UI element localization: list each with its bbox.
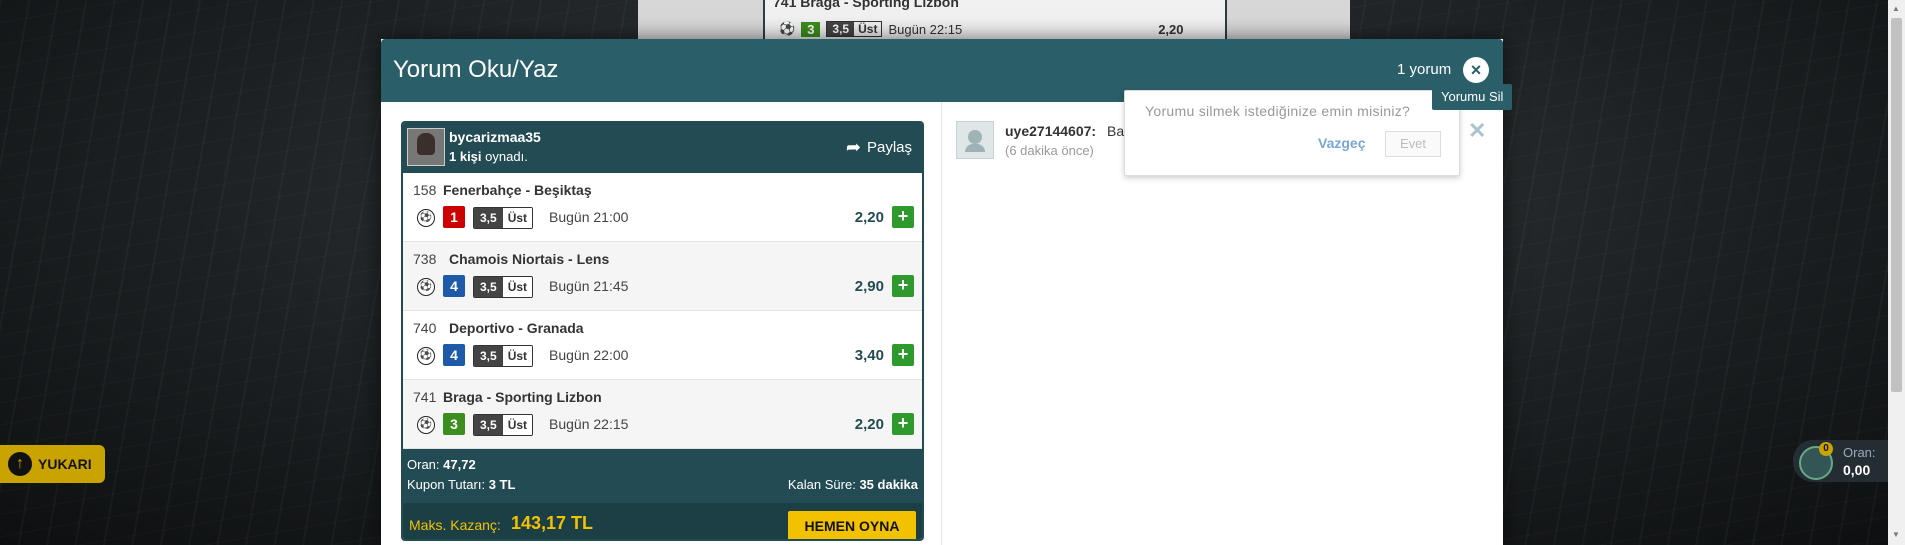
soccer-ball-icon: ⚽ <box>417 278 435 296</box>
add-bet-button[interactable]: + <box>892 275 914 297</box>
delete-tooltip: Yorumu Sil <box>1432 84 1513 110</box>
play-now-button[interactable]: HEMEN OYNA <box>788 511 916 539</box>
comment-time: (6 dakika önce) <box>1005 143 1094 158</box>
share-button[interactable]: ➦ Paylaş <box>846 137 912 158</box>
coupon-card-header: bycarizmaa35 1 kişi oynadı. ➦ Paylaş <box>403 123 922 173</box>
match-odd: 2,20 <box>854 416 884 433</box>
background-time: Bugün 22:15 <box>888 21 963 37</box>
market-badge: 3,5 Üst <box>473 345 534 367</box>
match-odd: 2,90 <box>854 278 884 295</box>
match-time: Bugün 22:00 <box>549 347 629 363</box>
coupon-rows: 158 Fenerbahçe - Beşiktaş ⚽ 1 3,5 Üst Bug… <box>403 173 922 449</box>
scroll-up-arrow-icon[interactable]: ▲ <box>1892 4 1900 13</box>
avatar[interactable] <box>407 128 445 166</box>
pick-badge: 4 <box>443 344 465 366</box>
scroll-top-label: YUKARI <box>38 456 92 472</box>
pick-badge: 4 <box>443 275 465 297</box>
coupon-row: 741 Braga - Sporting Lizbon ⚽ 3 3,5 Üst B… <box>403 380 922 449</box>
remaining-time: Kalan Süre: 35 dakika <box>787 477 918 492</box>
market-badge: 3,5 Üst <box>473 276 534 298</box>
cancel-button[interactable]: Vazgeç <box>1318 135 1365 151</box>
coupon-username[interactable]: bycarizmaa35 <box>449 129 541 145</box>
coupon-row: 738 Chamois Niortais - Lens ⚽ 4 3,5 Üst B… <box>403 242 922 311</box>
max-win-label: Maks. Kazanç: <box>409 517 501 533</box>
match-name[interactable]: Braga - Sporting Lizbon <box>443 389 602 405</box>
market-badge: 3,5 Üst <box>473 207 534 229</box>
total-odds: Oran: 47,72 <box>407 457 476 472</box>
soccer-ball-icon: ⚽ <box>417 416 435 434</box>
add-bet-button[interactable]: + <box>892 344 914 366</box>
market-badge: 3,5 Üst <box>473 414 534 436</box>
background-coupon-row: 741 Braga - Sporting Lizbon ⚽ 3 3,5 Üst B… <box>763 0 1227 40</box>
match-id: 158 <box>413 182 437 198</box>
share-label: Paylaş <box>866 139 912 156</box>
user-avatar-icon <box>956 121 994 159</box>
match-name[interactable]: Deportivo - Granada <box>449 320 584 336</box>
match-id: 740 <box>413 320 437 336</box>
add-bet-button[interactable]: + <box>892 206 914 228</box>
soccer-ball-icon: ⚽ <box>779 21 796 36</box>
comment-count: 1 yorum <box>1397 61 1452 78</box>
coupon-row: 158 Fenerbahçe - Beşiktaş ⚽ 1 3,5 Üst Bug… <box>403 173 922 242</box>
scroll-top-button[interactable]: ↑ YUKARI <box>0 445 105 483</box>
comment-username[interactable]: uye27144607: <box>1005 123 1096 139</box>
scrollbar-thumb[interactable] <box>1891 18 1902 392</box>
match-time: Bugün 22:15 <box>549 416 629 432</box>
coupon-card: bycarizmaa35 1 kişi oynadı. ➦ Paylaş 158… <box>401 121 924 541</box>
pick-badge: 3 <box>443 413 465 435</box>
coupon-widget[interactable]: 0 Oran: 0,00 <box>1793 440 1888 482</box>
max-win-value: 143,17 TL <box>511 513 594 533</box>
played-count: 1 kişi oynadı. <box>449 149 528 164</box>
background-odd: 2,20 <box>1158 21 1184 37</box>
coupon-amount: Kupon Tutarı: 3 TL <box>407 477 516 492</box>
background-pick: 3 <box>801 21 821 37</box>
column-divider <box>941 102 942 545</box>
coupon-count-badge: 0 <box>1819 442 1833 456</box>
coupon-widget-label: Oran: <box>1843 445 1876 460</box>
match-time: Bugün 21:45 <box>549 278 629 294</box>
confirm-question: Yorumu silmek istediğinize emin misiniz? <box>1145 103 1411 119</box>
close-icon[interactable]: × <box>1463 57 1489 83</box>
soccer-ball-icon: ⚽ <box>417 347 435 365</box>
coupon-bottom-bar: Maks. Kazanç: 143,17 TL HEMEN OYNA <box>403 503 922 539</box>
background-match-title: 741 Braga - Sporting Lizbon <box>773 0 959 10</box>
soccer-ball-icon: ⚽ <box>417 209 435 227</box>
coupon-summary: Oran: 47,72 Kupon Tutarı: 3 TL Kalan Sür… <box>403 449 922 503</box>
add-bet-button[interactable]: + <box>892 413 914 435</box>
match-odd: 2,20 <box>854 209 884 226</box>
match-time: Bugün 21:00 <box>549 209 629 225</box>
delete-comment-icon[interactable]: ✕ <box>1468 118 1486 144</box>
match-id: 741 <box>413 389 437 405</box>
confirm-yes-button[interactable]: Evet <box>1385 131 1441 157</box>
page-scrollbar[interactable]: ▲ ▼ <box>1888 0 1905 545</box>
arrow-up-icon: ↑ <box>8 452 32 476</box>
match-odd: 3,40 <box>854 347 884 364</box>
background-market: 3,5 Üst <box>826 21 883 37</box>
match-name[interactable]: Chamois Niortais - Lens <box>449 251 609 267</box>
scroll-down-arrow-icon[interactable]: ▼ <box>1892 530 1900 539</box>
match-name[interactable]: Fenerbahçe - Beşiktaş <box>443 182 592 198</box>
delete-confirm-popup: Yorumu silmek istediğinize emin misiniz?… <box>1124 90 1460 176</box>
share-arrow-icon: ➦ <box>845 137 861 157</box>
coupon-widget-value: 0,00 <box>1843 462 1871 478</box>
pick-badge: 1 <box>443 206 465 228</box>
match-id: 738 <box>413 251 437 267</box>
coupon-row: 740 Deportivo - Granada ⚽ 4 3,5 Üst Bugün… <box>403 311 922 380</box>
modal-title: Yorum Oku/Yaz <box>393 56 559 83</box>
